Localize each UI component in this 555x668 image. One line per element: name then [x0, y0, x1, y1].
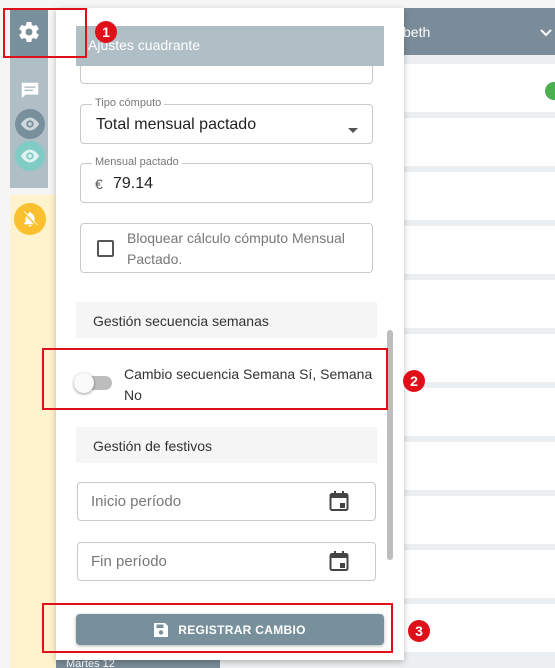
calendar-icon[interactable]	[329, 550, 349, 577]
calendar-icon[interactable]	[329, 490, 349, 517]
eye-icon[interactable]	[15, 109, 45, 139]
background-row	[403, 118, 555, 166]
annotation-badge-3: 3	[408, 620, 430, 642]
currency-symbol: €	[95, 176, 103, 192]
eye-icon[interactable]	[15, 141, 45, 171]
notice-strip	[10, 195, 56, 668]
annotation-badge-1: 1	[95, 21, 117, 43]
mensual-pactado-value: 79.14	[113, 175, 154, 192]
background-row	[403, 64, 555, 112]
background-row	[403, 496, 555, 544]
annotation-box-3	[42, 603, 393, 653]
scrolled-field	[80, 66, 373, 84]
tipo-computo-value: Total mensual pactado	[96, 116, 257, 133]
mensual-pactado-label: Mensual pactado	[92, 156, 182, 168]
chat-icon[interactable]	[15, 76, 45, 106]
background-row	[403, 172, 555, 220]
chevron-down-icon[interactable]	[540, 24, 552, 40]
dropdown-arrow-icon[interactable]	[348, 121, 358, 139]
section-gestion-semanas-title: Gestión secuencia semanas	[93, 313, 269, 329]
section-gestion-festivos-title: Gestión de festivos	[93, 438, 213, 454]
background-row	[403, 334, 555, 382]
background-row	[403, 442, 555, 490]
annotation-box-1	[3, 8, 87, 58]
annotation-box-2	[42, 348, 388, 410]
inicio-periodo-placeholder: Inicio período	[91, 493, 182, 510]
bloquear-checkbox-label: Bloquear cálculo cómputo Mensual Pactado…	[127, 230, 345, 267]
background-row	[403, 550, 555, 598]
background-row	[403, 388, 555, 436]
fin-periodo-placeholder: Fin período	[91, 553, 167, 570]
background-row	[403, 280, 555, 328]
annotation-badge-2: 2	[403, 370, 425, 392]
background-row	[403, 226, 555, 274]
bloquear-checkbox[interactable]	[97, 240, 114, 257]
background-header-text: beth	[403, 24, 431, 40]
bell-off-icon[interactable]	[14, 203, 46, 235]
background-day-label: Martes 12	[56, 660, 220, 668]
tipo-computo-label: Tipo cómputo	[92, 97, 165, 109]
